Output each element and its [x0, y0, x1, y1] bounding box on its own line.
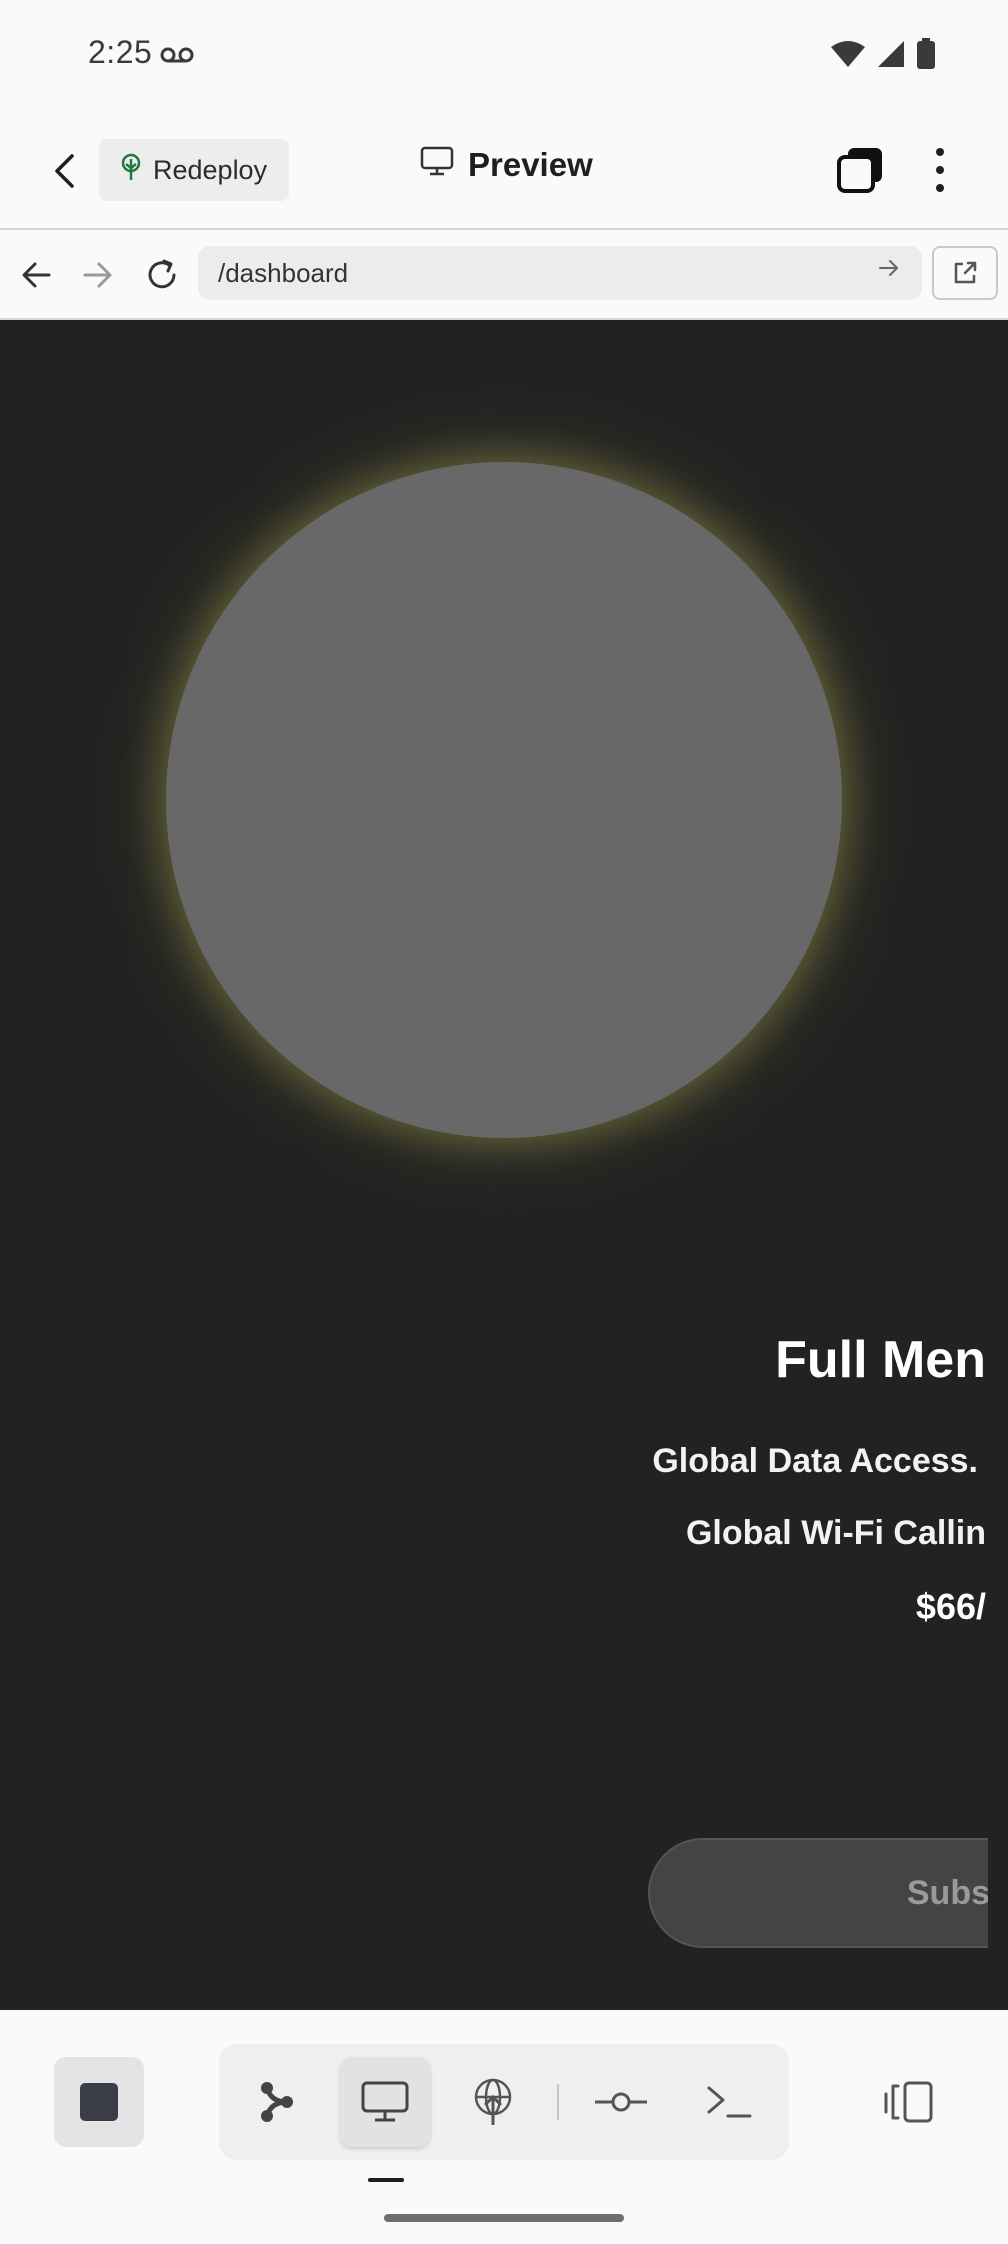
- preview-content: Full Men Global Data Access. Global Wi-F…: [0, 320, 1008, 2010]
- terminal-icon: [707, 2086, 752, 2118]
- more-options-button[interactable]: [920, 146, 960, 194]
- stop-icon: [80, 2083, 118, 2121]
- git-commit-tool-button[interactable]: [576, 2057, 666, 2147]
- url-input[interactable]: /dashboard: [198, 246, 922, 300]
- graph-tool-button[interactable]: [232, 2057, 322, 2147]
- redeploy-button[interactable]: Redeploy: [99, 139, 289, 201]
- browser-forward-button[interactable]: [73, 250, 123, 300]
- toolbar-divider: [557, 2084, 559, 2120]
- plan-feature: Global Data Access.: [652, 1442, 978, 1480]
- git-commit-icon: [595, 2092, 647, 2112]
- graph-nodes-icon: [261, 2082, 293, 2122]
- page-title: Preview: [420, 146, 593, 184]
- reload-button[interactable]: [137, 250, 187, 300]
- voicemail-icon: [160, 46, 194, 69]
- arrow-left-icon: [22, 262, 51, 288]
- plan-feature: Global Wi-Fi Callin: [685, 1514, 986, 1552]
- subscribe-button[interactable]: Subs: [648, 1838, 988, 1948]
- deploy-globe-icon: [474, 2078, 512, 2125]
- preview-tool-button[interactable]: [340, 2057, 430, 2147]
- terminal-tool-button[interactable]: [684, 2057, 774, 2147]
- open-external-button[interactable]: [932, 246, 998, 300]
- plan-title: Full Men: [775, 1331, 986, 1389]
- more-dot-icon: [936, 166, 944, 174]
- active-tab-indicator: [368, 2178, 404, 2182]
- deploy-tool-button[interactable]: [448, 2057, 538, 2147]
- home-indicator[interactable]: [384, 2214, 624, 2222]
- wifi-icon: [830, 39, 866, 74]
- back-button[interactable]: [40, 140, 88, 202]
- browser-back-button[interactable]: [11, 250, 61, 300]
- status-time: 2:25: [88, 34, 153, 70]
- plan-price: $66/: [915, 1586, 986, 1627]
- split-view-button[interactable]: [864, 2057, 954, 2147]
- status-icons: [830, 38, 936, 75]
- reload-icon: [148, 259, 176, 289]
- arrow-right-icon: [83, 262, 112, 288]
- monitor-icon: [361, 2081, 409, 2122]
- more-dot-icon: [936, 184, 944, 192]
- cell-signal-icon: [876, 39, 906, 74]
- split-view-icon: [884, 2081, 933, 2123]
- arrow-right-icon: [879, 260, 898, 276]
- stop-button[interactable]: [54, 2057, 144, 2147]
- url-text: /dashboard: [218, 257, 349, 288]
- url-go-button[interactable]: [878, 258, 900, 283]
- monitor-icon: [420, 146, 454, 184]
- plan-image-circle: [166, 462, 842, 1138]
- tabs-icon: [837, 148, 882, 193]
- subscribe-label: Subs: [906, 1873, 988, 1912]
- chevron-left-icon: [55, 154, 74, 188]
- deploy-tree-icon: [119, 153, 143, 188]
- page-title-label: Preview: [468, 146, 593, 183]
- external-link-icon: [954, 261, 977, 284]
- tabs-button[interactable]: [836, 146, 884, 194]
- battery-icon: [916, 38, 936, 75]
- more-dot-icon: [936, 148, 944, 156]
- redeploy-label: Redeploy: [153, 154, 268, 185]
